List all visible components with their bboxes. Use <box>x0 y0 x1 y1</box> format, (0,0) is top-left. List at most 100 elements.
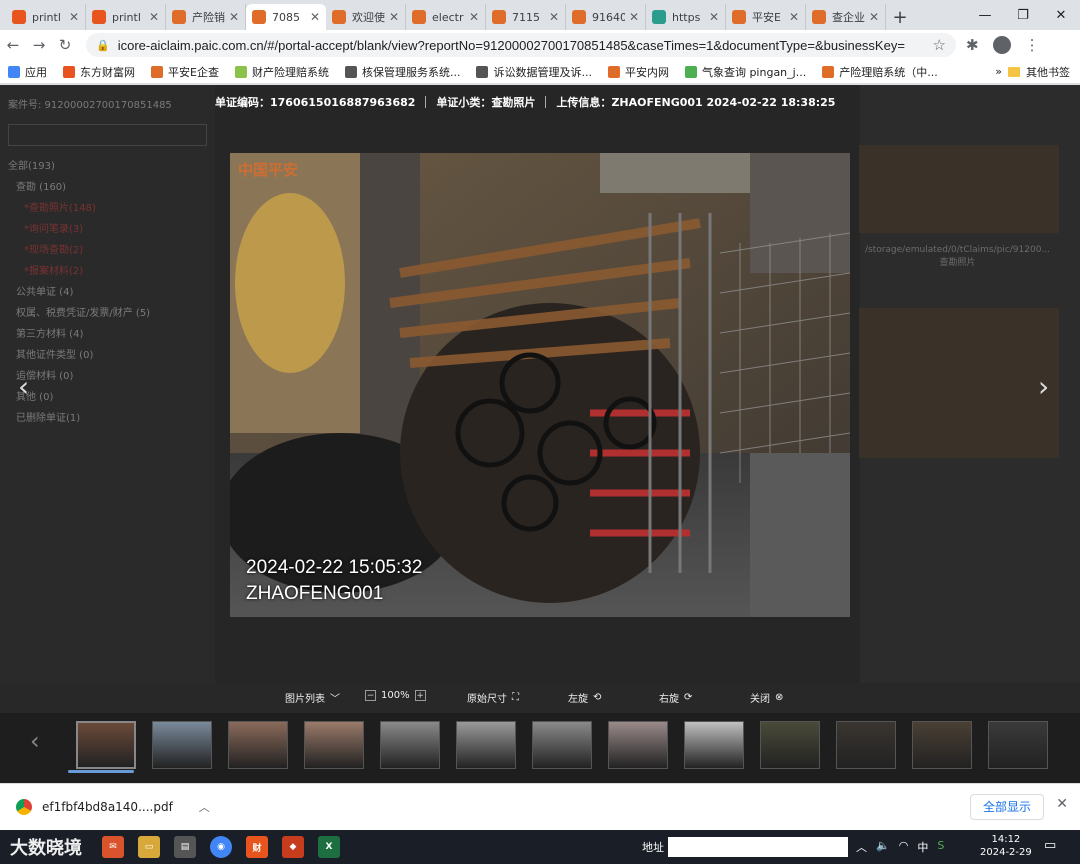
tab-close-icon[interactable]: ✕ <box>469 10 479 24</box>
ime-indicator[interactable]: 中 <box>917 839 928 855</box>
thumbnail[interactable] <box>760 721 820 769</box>
url-input[interactable]: 🔒 icore-aiclaim.paic.com.cn/#/portal-acc… <box>86 33 956 57</box>
bookmark-item[interactable]: 气象查询 pingan_j... <box>684 64 806 80</box>
restore-icon[interactable]: ❐ <box>1004 0 1042 30</box>
tray-chevron-icon[interactable]: ︿ <box>856 839 867 855</box>
browser-tab[interactable]: printl ✕ <box>6 4 86 30</box>
tab-close-icon[interactable]: ✕ <box>149 10 159 24</box>
next-image-icon[interactable]: › <box>1038 370 1049 403</box>
bookmark-item[interactable]: 财产险理赔系统 <box>234 64 329 80</box>
tree-search-input[interactable] <box>8 124 207 146</box>
tab-close-icon[interactable]: ✕ <box>709 10 719 24</box>
bookmark-item[interactable]: 诉讼数据管理及诉... <box>476 64 592 80</box>
finance-app-icon[interactable]: 财 <box>246 836 268 858</box>
browser-tab[interactable]: 平安E ✕ <box>726 4 806 30</box>
tree-item[interactable]: *报案材料(2) <box>8 261 207 282</box>
right-thumb[interactable] <box>859 145 1059 233</box>
bookmark-item[interactable]: 核保管理服务系统... <box>344 64 460 80</box>
thumbnail[interactable] <box>380 721 440 769</box>
all-documents[interactable]: 全部(193) <box>8 156 207 177</box>
profile-avatar[interactable] <box>992 36 1011 54</box>
thumbnail[interactable] <box>608 721 668 769</box>
reload-icon[interactable]: ↻ <box>52 36 78 54</box>
browser-tab[interactable]: 查企业 ✕ <box>806 4 886 30</box>
notification-icon[interactable]: ▭ <box>1044 838 1056 853</box>
bookmark-item[interactable]: 产险理赔系统（中... <box>822 64 938 80</box>
excel-app-icon[interactable]: X <box>318 836 340 858</box>
tab-close-icon[interactable]: ✕ <box>69 10 79 24</box>
close-viewer-button[interactable]: 关闭 ⊗ <box>750 690 783 705</box>
bookmark-item[interactable]: 平安E企查 <box>151 64 219 80</box>
chevron-up-icon[interactable]: ︿ <box>199 799 210 815</box>
thumbs-prev-icon[interactable]: ‹ <box>30 727 40 755</box>
zoom-in-icon[interactable]: + <box>414 690 426 701</box>
download-item[interactable]: ef1fbf4bd8a140....pdf ︿ <box>16 799 210 815</box>
browser-tab[interactable]: https ✕ <box>646 4 726 30</box>
work-app-icon[interactable]: ◆ <box>282 836 304 858</box>
extensions-icon[interactable]: ✱ <box>966 36 979 54</box>
rotate-right-button[interactable]: 右旋 ⟳ <box>659 690 692 705</box>
back-icon[interactable]: ← <box>0 36 26 54</box>
tree-item[interactable]: 公共单证 (4) <box>8 282 207 303</box>
browser-tab[interactable]: 91640 ✕ <box>566 4 646 30</box>
tree-item[interactable]: *查勘照片(148) <box>8 198 207 219</box>
tree-item[interactable]: 第三方材料 (4) <box>8 324 207 345</box>
chrome-app-icon[interactable]: ◉ <box>210 836 232 858</box>
mail-app-icon[interactable]: ✉ <box>102 836 124 858</box>
tab-close-icon[interactable]: ✕ <box>789 10 799 24</box>
thumbnail[interactable] <box>456 721 516 769</box>
tab-close-icon[interactable]: ✕ <box>629 10 639 24</box>
tree-item[interactable]: 其他证件类型 (0) <box>8 345 207 366</box>
minimize-icon[interactable]: — <box>966 0 1004 30</box>
tab-close-icon[interactable]: ✕ <box>389 10 399 24</box>
browser-tab[interactable]: electr ✕ <box>406 4 486 30</box>
image-list-button[interactable]: 图片列表 ﹀ <box>285 690 340 705</box>
tab-close-icon[interactable]: ✕ <box>229 10 239 24</box>
tab-close-icon[interactable]: ✕ <box>869 10 879 24</box>
taskbar-address-input[interactable] <box>668 837 848 857</box>
thumbnail[interactable] <box>228 721 288 769</box>
tree-item[interactable]: 已删除单证(1) <box>8 408 207 429</box>
bookmark-star-icon[interactable]: ☆ <box>933 36 946 54</box>
bookmark-item[interactable]: 东方财富网 <box>63 64 135 80</box>
security-app-icon[interactable]: S <box>937 839 944 855</box>
file-explorer-icon[interactable]: ▭ <box>138 836 160 858</box>
browser-tab[interactable]: 欢迎使 ✕ <box>326 4 406 30</box>
tree-item[interactable]: 权属、税费凭证/发票/财产 (5) <box>8 303 207 324</box>
thumbnail[interactable] <box>988 721 1048 769</box>
thumbnail[interactable] <box>152 721 212 769</box>
new-tab-icon[interactable]: + <box>886 4 914 30</box>
printer-app-icon[interactable]: ▤ <box>174 836 196 858</box>
other-bookmarks[interactable]: 其他书签 <box>1026 64 1070 80</box>
network-icon[interactable]: ◠ <box>899 839 909 855</box>
thumbnail[interactable] <box>304 721 364 769</box>
thumbnail[interactable] <box>532 721 592 769</box>
browser-tab[interactable]: 产险销 ✕ <box>166 4 246 30</box>
rotate-left-button[interactable]: 左旋 ⟲ <box>568 690 601 705</box>
tab-close-icon[interactable]: ✕ <box>549 10 559 24</box>
bookmark-item[interactable]: 平安内网 <box>607 64 669 80</box>
tree-item[interactable]: 追偿材料 (0) <box>8 366 207 387</box>
tree-item[interactable]: 其他 (0) <box>8 387 207 408</box>
browser-tab[interactable]: 7115 ✕ <box>486 4 566 30</box>
tab-close-icon[interactable]: ✕ <box>310 10 320 24</box>
browser-tab[interactable]: 7085 ✕ <box>246 4 326 30</box>
tree-item[interactable]: *询问笔录(3) <box>8 219 207 240</box>
tree-item[interactable]: 查勘 (160) <box>8 177 207 198</box>
tree-item[interactable]: *现场查勘(2) <box>8 240 207 261</box>
thumbnail[interactable] <box>912 721 972 769</box>
right-thumb[interactable] <box>859 308 1059 458</box>
bookmark-item[interactable]: 应用 <box>8 64 47 80</box>
clock[interactable]: 14:12 2024-2-29 <box>980 833 1032 859</box>
close-window-icon[interactable]: ✕ <box>1042 0 1080 30</box>
prev-image-icon[interactable]: ‹ <box>18 370 29 403</box>
bookmark-more-icon[interactable]: » <box>995 65 1002 78</box>
browser-tab[interactable]: printl ✕ <box>86 4 166 30</box>
zoom-out-icon[interactable]: − <box>365 690 376 701</box>
menu-icon[interactable]: ⋮ <box>1025 36 1040 54</box>
thumbnail[interactable] <box>836 721 896 769</box>
original-size-button[interactable]: 原始尺寸 ⛶ <box>467 690 519 705</box>
volume-icon[interactable]: 🔈 <box>876 839 890 855</box>
close-download-bar-icon[interactable]: ✕ <box>1056 796 1068 812</box>
forward-icon[interactable]: → <box>26 36 52 54</box>
